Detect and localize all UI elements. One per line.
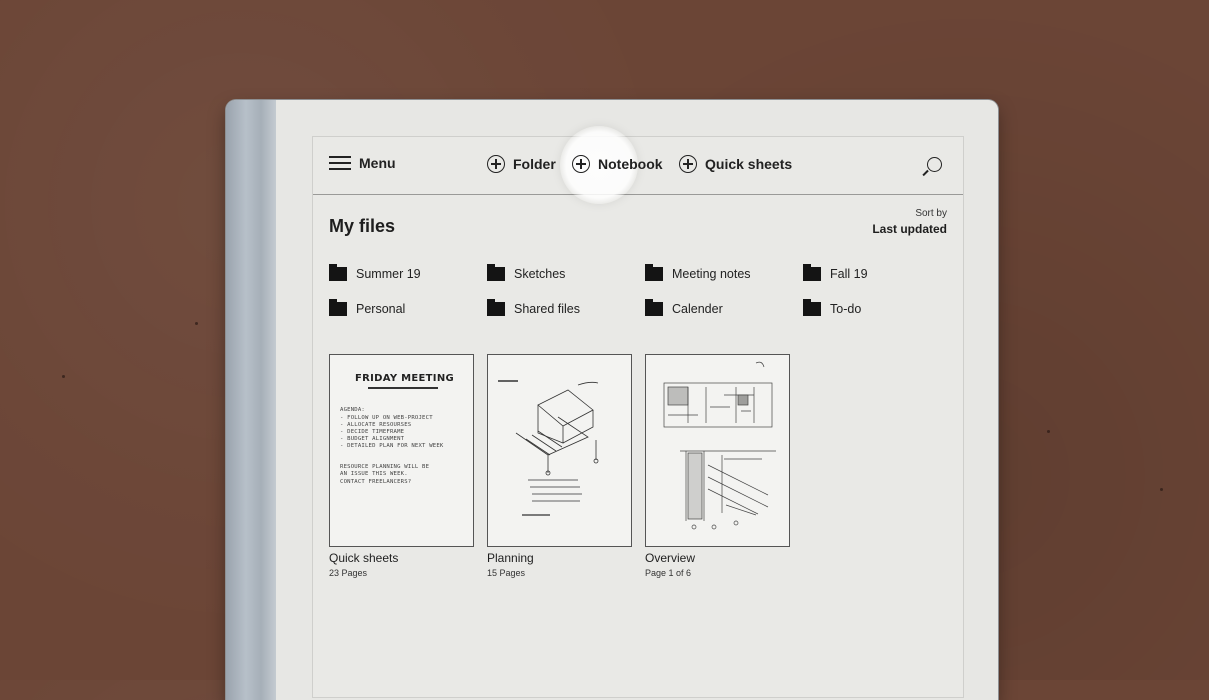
new-notebook-button[interactable]: Notebook (572, 155, 663, 173)
folder-icon (487, 299, 505, 316)
folder-icon (329, 299, 347, 316)
sketch-underline (368, 387, 438, 389)
sketch-line: RESOURCE PLANNING WILL BE (340, 464, 430, 470)
menu-label: Menu (359, 155, 396, 171)
folder-name: Fall 19 (830, 267, 868, 281)
sketch-line: - DETAILED PLAN FOR NEXT WEEK (340, 443, 444, 449)
sketch-line: - ALLOCATE RESOURSES (340, 422, 412, 428)
notebook-page-count: 15 Pages (487, 568, 526, 578)
folder-icon (803, 299, 821, 316)
background-speck (1160, 488, 1163, 491)
sketch-drawing (498, 380, 599, 516)
folder-icon (645, 299, 663, 316)
folder-label: Folder (513, 156, 556, 172)
folder-item[interactable]: Sketches (487, 264, 566, 281)
notebook-title: Planning (487, 551, 534, 565)
folder-icon (329, 264, 347, 281)
folder-name: Sketches (514, 267, 566, 281)
sketch-heading: FRIDAY MEETING (355, 373, 454, 384)
folder-item[interactable]: Calender (645, 299, 723, 316)
sketch-line: - FOLLOW UP ON WEB-PROJECT (340, 415, 433, 421)
folder-name: Summer 19 (356, 267, 421, 281)
folder-name: Personal (356, 302, 406, 316)
screen: Menu Folder Notebook Quick sheets My fil… (312, 126, 964, 698)
folder-item[interactable]: Personal (329, 299, 406, 316)
notebook-thumbnail (487, 354, 632, 547)
sort-control[interactable]: Sort by Last updated (872, 208, 947, 236)
notebook-card[interactable]: Overview Page 1 of 6 (645, 354, 790, 578)
notebook-page-count: Page 1 of 6 (645, 568, 692, 578)
folder-item[interactable]: Shared files (487, 299, 581, 316)
folder-icon (487, 264, 505, 281)
folder-item[interactable]: Fall 19 (803, 264, 868, 281)
folder-item[interactable]: To-do (803, 299, 862, 316)
sketch-line: AGENDA: (340, 407, 365, 413)
notebook-card[interactable]: FRIDAY MEETING AGENDA: - FOLLOW UP ON WE… (329, 354, 474, 578)
menu-button[interactable]: Menu (329, 155, 396, 171)
hamburger-icon (329, 156, 351, 170)
notebook-title: Overview (645, 551, 696, 565)
notebook-title: Quick sheets (329, 551, 399, 565)
notebook-card[interactable]: Planning 15 Pages (487, 354, 632, 578)
sketch-line: CONTACT FREELANCERS? (340, 479, 412, 485)
quick-sheets-label: Quick sheets (705, 156, 793, 172)
folder-icon (645, 264, 663, 281)
folder-item[interactable]: Summer 19 (329, 264, 421, 281)
page-title: My files (329, 216, 396, 236)
plus-circle-icon (487, 155, 505, 173)
sort-label: Sort by (915, 208, 947, 219)
sketch-drawing (663, 361, 776, 530)
top-toolbar: Menu Folder Notebook Quick sheets (313, 126, 963, 204)
folder-name: Calender (672, 302, 723, 316)
folder-name: To-do (830, 302, 862, 316)
new-quick-sheets-button[interactable]: Quick sheets (679, 155, 792, 173)
folder-item[interactable]: Meeting notes (645, 264, 751, 281)
device-spine (226, 100, 276, 700)
notebook-thumbnail (645, 354, 790, 547)
new-folder-button[interactable]: Folder (487, 155, 556, 173)
background-speck (195, 322, 198, 325)
plus-circle-icon (679, 155, 697, 173)
search-button[interactable] (927, 157, 942, 172)
plus-circle-icon (572, 155, 590, 173)
sketch-line: - BUDGET ALIGNMENT (340, 436, 405, 442)
background-speck (62, 375, 65, 378)
notebook-label: Notebook (598, 156, 663, 172)
sort-value: Last updated (872, 222, 947, 236)
search-icon (927, 157, 942, 172)
folder-icon (803, 264, 821, 281)
folder-name: Shared files (514, 302, 581, 316)
sketch-line: AN ISSUE THIS WEEK. (340, 471, 408, 477)
sketch-line: - DECIDE TIMEFRAME (340, 429, 405, 435)
tablet-device: Menu Folder Notebook Quick sheets My fil… (226, 100, 998, 700)
folder-name: Meeting notes (672, 267, 751, 281)
notebook-thumbnail: FRIDAY MEETING AGENDA: - FOLLOW UP ON WE… (329, 354, 474, 547)
background-speck (1047, 430, 1050, 433)
notebook-page-count: 23 Pages (329, 568, 368, 578)
